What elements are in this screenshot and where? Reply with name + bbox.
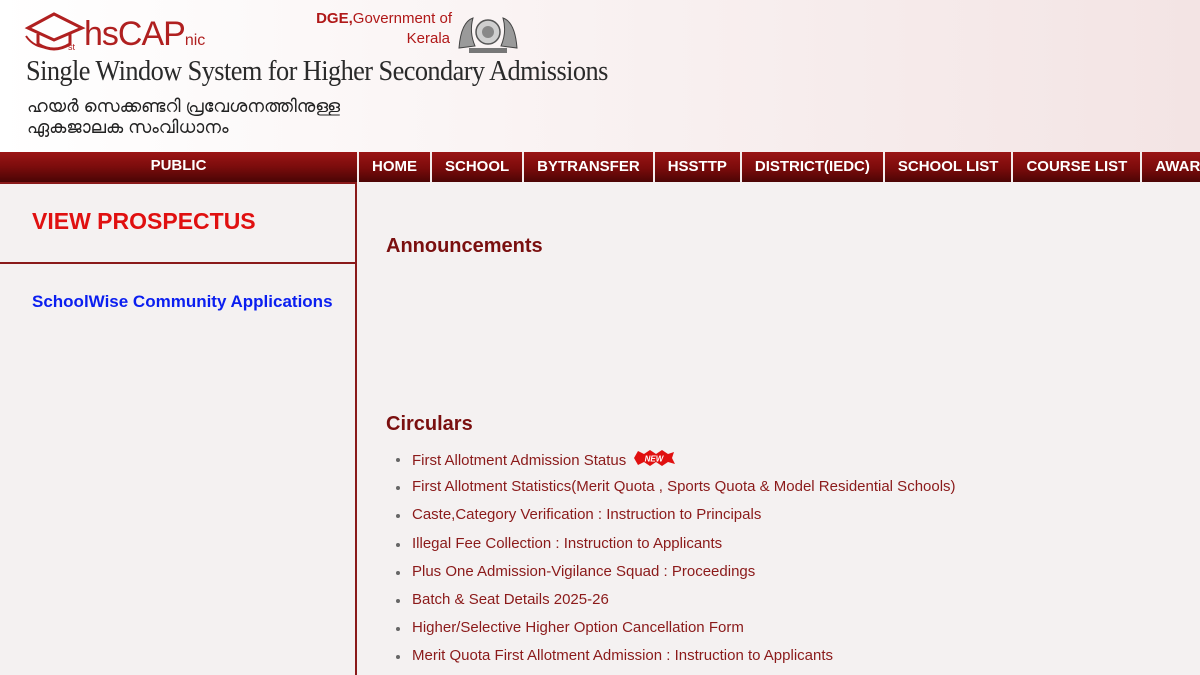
logo-suffix-text: nic — [184, 32, 206, 49]
prospectus-box: VIEW PROSPECTUS — [0, 182, 357, 264]
circular-link[interactable]: Plus One Admission-Vigilance Squad : Pro… — [412, 563, 755, 580]
circular-item[interactable]: Batch & Seat Details 2025-26 — [393, 590, 956, 618]
main-nav-bar: PUBLIC HOME SCHOOL BYTRANSFER HSSTTP DIS… — [0, 152, 1200, 182]
left-sidebar: VIEW PROSPECTUS SchoolWise Community App… — [0, 182, 357, 675]
circular-link[interactable]: Batch & Seat Details 2025-26 — [412, 591, 609, 608]
dge-government-label: DGE,Government of Kerala — [302, 9, 452, 49]
nav-course-list[interactable]: COURSE LIST — [1011, 152, 1141, 182]
malayalam-title-line1: ഹയർ സെക്കണ്ടറി പ്രവേശനത്തിനുള്ള — [27, 96, 341, 116]
circular-link[interactable]: Illegal Fee Collection : Instruction to … — [412, 535, 722, 552]
circular-item[interactable]: Higher/Selective Higher Option Cancellat… — [393, 618, 956, 646]
new-badge-icon: NEW — [634, 450, 676, 466]
site-title: Single Window System for Higher Secondar… — [26, 56, 608, 87]
nav-school-list[interactable]: SCHOOL LIST — [882, 152, 1012, 182]
nav-home[interactable]: HOME — [357, 152, 430, 182]
circular-link[interactable]: Caste,Category Verification : Instructio… — [412, 506, 761, 523]
main-content: Announcements Circulars First Allotment … — [359, 182, 1200, 675]
schoolwise-community-link[interactable]: SchoolWise Community Applications — [32, 292, 333, 312]
circular-item[interactable]: Merit Quota First Allotment Admission : … — [393, 646, 956, 674]
circulars-list: First Allotment Admission Status NEW Fir… — [393, 449, 956, 675]
kerala-emblem-icon — [458, 17, 518, 53]
nav-bytransfer[interactable]: BYTRANSFER — [522, 152, 653, 182]
state-label: Kerala — [406, 30, 450, 47]
circular-link[interactable]: First Allotment Statistics(Merit Quota ,… — [412, 478, 956, 495]
view-prospectus-link[interactable]: VIEW PROSPECTUS — [32, 208, 256, 235]
public-section-label: PUBLIC — [150, 157, 207, 174]
svg-text:st: st — [68, 42, 76, 52]
graduation-cap-logo-icon: st — [24, 12, 86, 52]
top-menu: HOME SCHOOL BYTRANSFER HSSTTP DISTRICT(I… — [357, 152, 1200, 182]
circular-item[interactable]: Plus One Admission-Vigilance Squad : Pro… — [393, 562, 956, 590]
logo-main-text: hsCAP — [84, 15, 186, 53]
circulars-heading: Circulars — [386, 413, 473, 435]
circular-item[interactable]: Caste,Category Verification : Instructio… — [393, 505, 956, 533]
malayalam-title-line2: ഏകജാലക സംവിധാനം — [27, 117, 229, 137]
hscap-logo[interactable]: hsCAPnic — [84, 14, 205, 61]
site-header: st hsCAPnic DGE,Government of Kerala Sin… — [0, 0, 1200, 152]
circular-item[interactable]: First Allotment Statistics(Merit Quota ,… — [393, 477, 956, 505]
dge-label: DGE, — [316, 10, 353, 27]
nav-awards[interactable]: AWARDS — [1140, 152, 1200, 182]
new-badge-text: NEW — [645, 455, 665, 464]
circular-link[interactable]: Merit Quota First Allotment Admission : … — [412, 647, 833, 664]
circular-item[interactable]: Illegal Fee Collection : Instruction to … — [393, 534, 956, 562]
nav-hssttp[interactable]: HSSTTP — [652, 152, 740, 182]
circular-link[interactable]: Higher/Selective Higher Option Cancellat… — [412, 619, 744, 636]
circular-item[interactable]: First Allotment Admission Status NEW — [393, 449, 956, 477]
nav-school[interactable]: SCHOOL — [430, 152, 523, 182]
govt-line: Government of — [352, 10, 452, 27]
nav-district-iedc[interactable]: DISTRICT(IEDC) — [739, 152, 883, 182]
announcements-heading: Announcements — [386, 235, 543, 257]
circular-link[interactable]: First Allotment Admission Status — [412, 452, 626, 469]
